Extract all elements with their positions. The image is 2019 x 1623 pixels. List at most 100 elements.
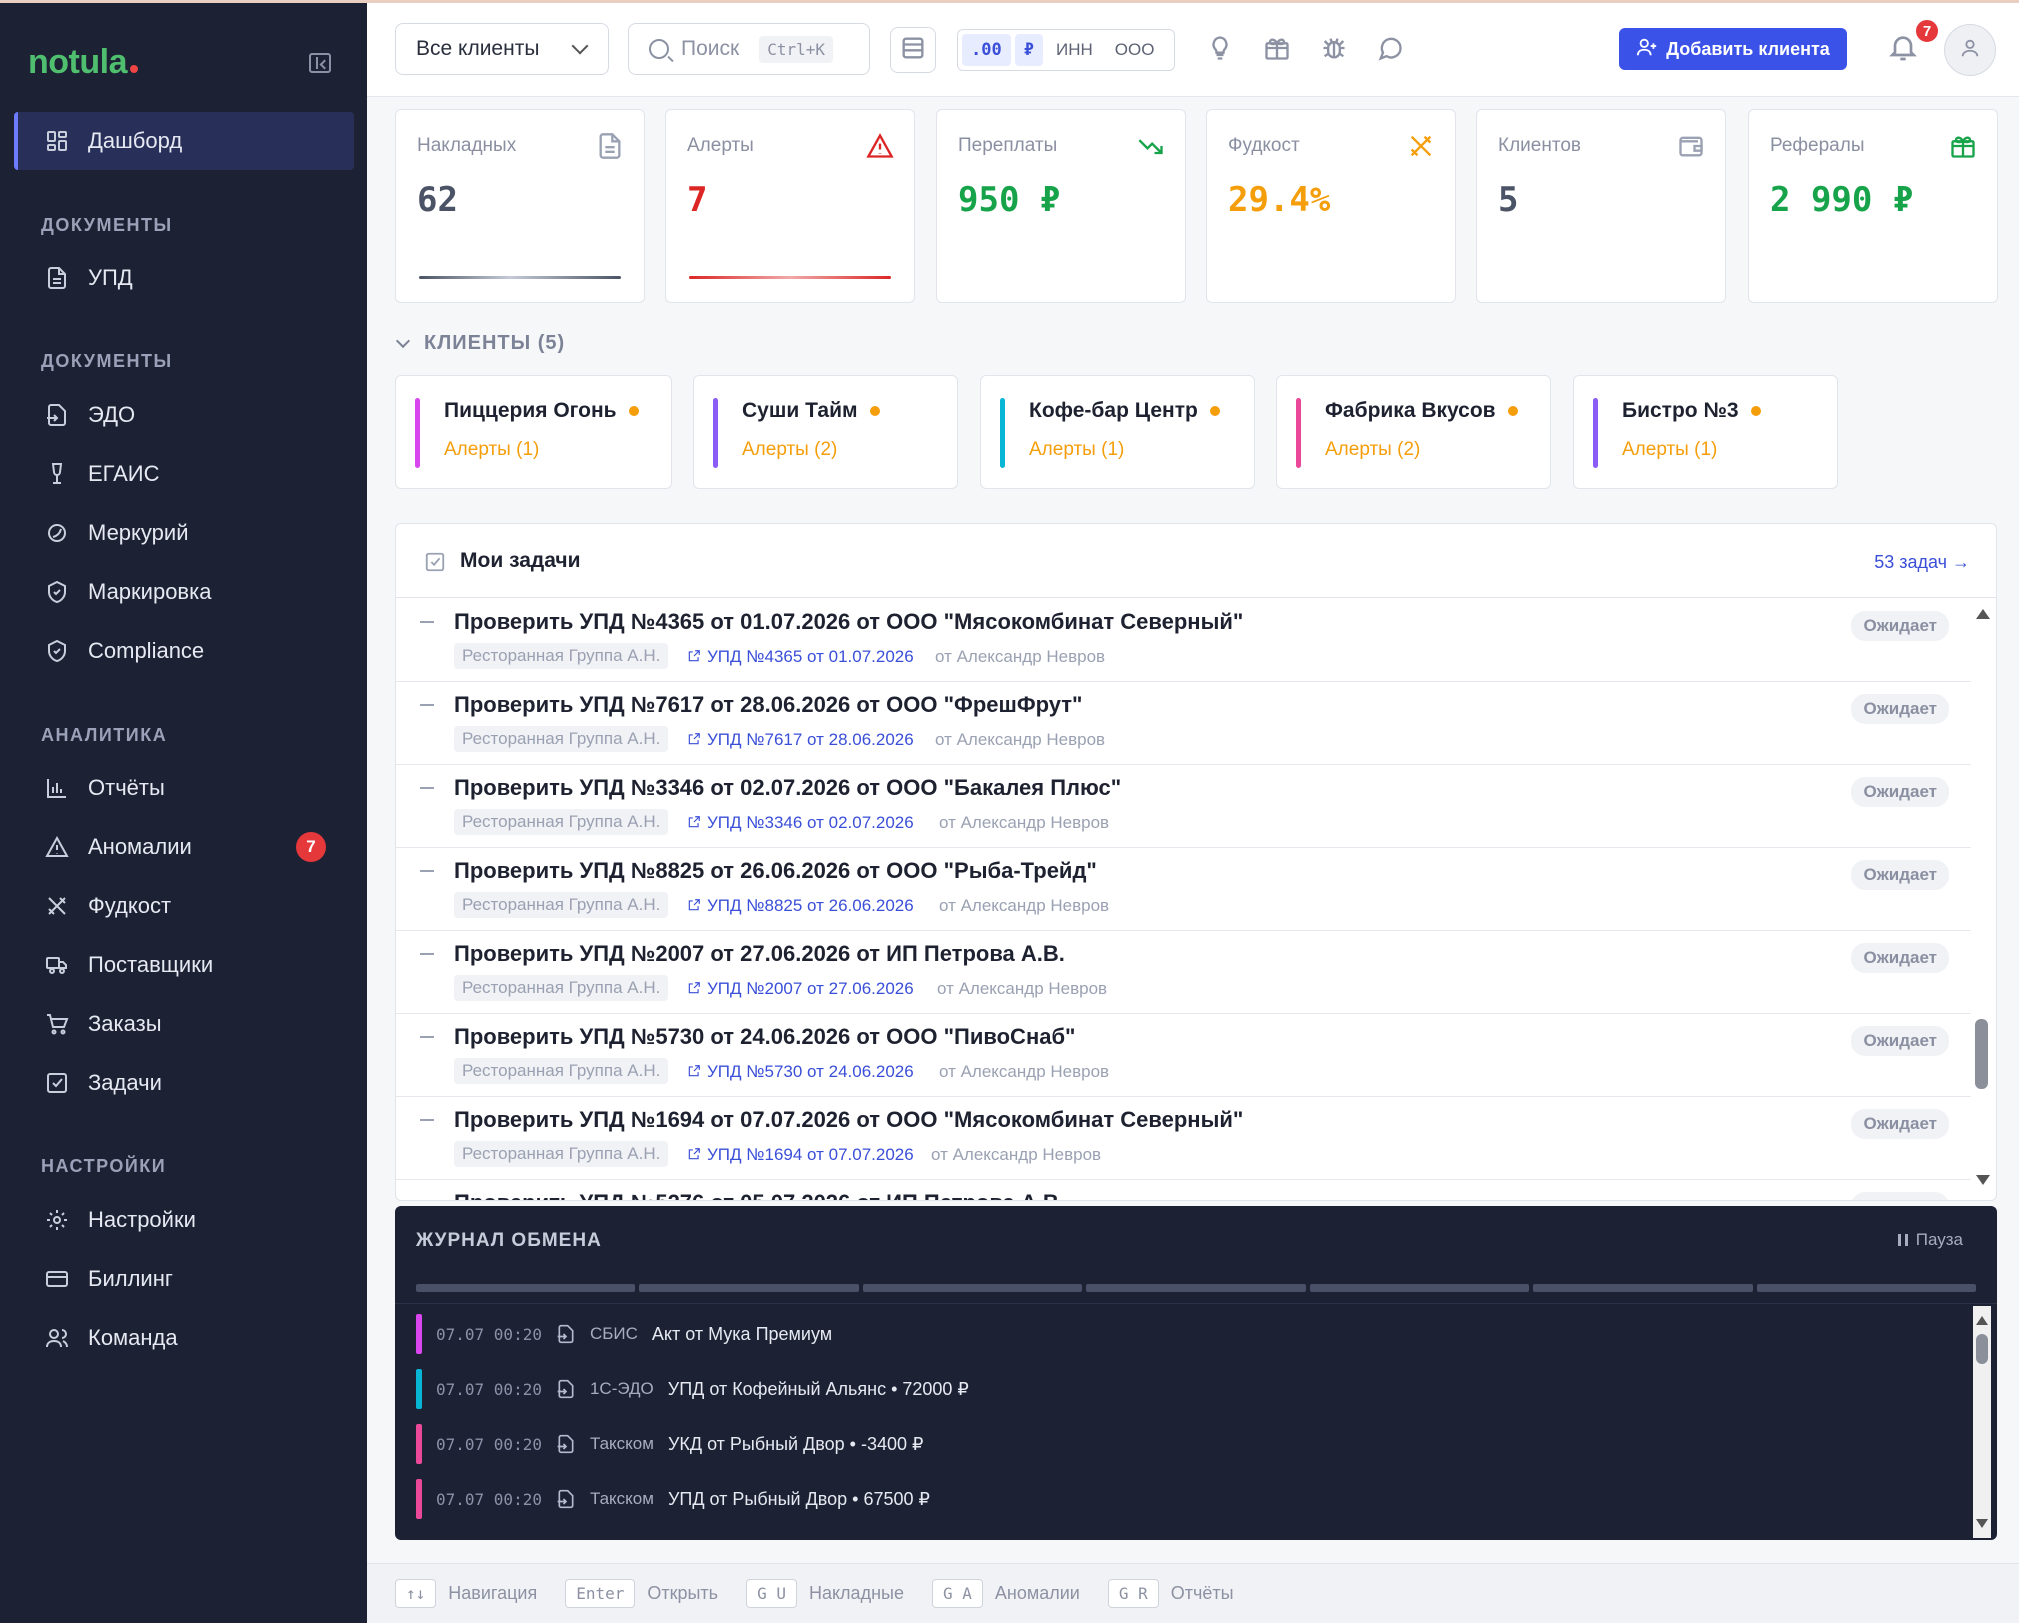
client-card[interactable]: Пиццерия Огонь Алерты (1)	[395, 375, 672, 489]
scroll-thumb[interactable]	[1975, 1019, 1988, 1089]
log-source: Такском	[589, 1489, 654, 1508]
format-decimals[interactable]: .00	[962, 34, 1011, 66]
sidebar-item-dashboard[interactable]: Дашборд	[14, 112, 354, 170]
clients-select[interactable]: Все клиенты	[395, 23, 609, 75]
log-row[interactable]: 07.07 00:20 Такском УКД от Рыбный Двор •…	[416, 1424, 1956, 1464]
section-analytics: АНАЛИТИКА	[41, 725, 168, 745]
log-row[interactable]: 07.07 00:20 Такском УПД от Рыбный Двор •…	[416, 1479, 1956, 1519]
log-time: 07.07 00:20	[436, 1324, 542, 1344]
stat-label: Фудкост	[1228, 135, 1300, 156]
sidebar-item-orders[interactable]: Заказы	[14, 995, 354, 1053]
bug-report-button[interactable]	[1311, 27, 1357, 73]
task-collapse-icon[interactable]	[420, 1119, 434, 1121]
scroll-down-icon[interactable]	[1976, 1175, 1990, 1185]
task-row[interactable]: Проверить УПД №5730 от 24.06.2026 от ООО…	[396, 1014, 1971, 1097]
app-logo[interactable]: notula	[28, 43, 138, 82]
journal-scrollbar[interactable]	[1971, 1306, 1993, 1538]
task-from: от Александр Невров	[939, 813, 1110, 832]
task-collapse-icon[interactable]	[420, 1036, 434, 1038]
journal-title: ЖУРНАЛ ОБМЕНА	[416, 1230, 602, 1251]
gift-icon	[1263, 34, 1291, 67]
sidebar-item-label: Аномалии	[88, 834, 192, 859]
task-row[interactable]: Проверить УПД №1694 от 07.07.2026 от ООО…	[396, 1097, 1971, 1180]
scroll-up-icon[interactable]	[1976, 1316, 1988, 1325]
task-from: от Александр Невров	[935, 647, 1106, 666]
client-card[interactable]: Суши Тайм Алерты (2)	[693, 375, 958, 489]
sidebar-item-label: ЕГАИС	[88, 461, 160, 486]
task-doc-link[interactable]: УПД №2007 от 27.06.2026	[687, 979, 914, 999]
client-card[interactable]: Бистро №3 Алерты (1)	[1573, 375, 1838, 489]
avatar[interactable]	[1944, 24, 1996, 76]
tasks-scrollbar[interactable]	[1970, 599, 1996, 1199]
all-tasks-link[interactable]: 53 задач →	[1874, 552, 1970, 573]
task-row[interactable]: Проверить УПД №3346 от 02.07.2026 от ООО…	[396, 765, 1971, 848]
sidebar-item-suppliers[interactable]: Поставщики	[14, 936, 354, 994]
grid-icon	[44, 128, 70, 154]
stat-card-referrals[interactable]: Рефералы 2 990 ₽	[1748, 109, 1998, 303]
stat-card-foodcost[interactable]: Фудкост 29.4%	[1206, 109, 1456, 303]
sidebar-collapse-icon[interactable]	[309, 53, 331, 73]
format-inn[interactable]: ИНН	[1047, 34, 1102, 66]
pause-label: Пауза	[1915, 1230, 1963, 1249]
task-row[interactable]: Проверить УПД №5276 от 05.07.2026 от ИП …	[396, 1180, 1971, 1200]
sidebar-item-edo[interactable]: ЭДО	[14, 386, 354, 444]
hint-key: G R	[1107, 1579, 1159, 1608]
client-card[interactable]: Фабрика Вкусов Алерты (2)	[1276, 375, 1551, 489]
sidebar-item-upd[interactable]: УПД	[14, 249, 354, 307]
sidebar-item-foodcost[interactable]: Фудкост	[14, 877, 354, 935]
search-input[interactable]: Поиск Ctrl+K	[628, 23, 870, 75]
stat-card-overpayments[interactable]: Переплаты 950 ₽	[936, 109, 1186, 303]
gift-button[interactable]	[1254, 27, 1300, 73]
task-row[interactable]: Проверить УПД №2007 от 27.06.2026 от ИП …	[396, 931, 1971, 1014]
task-doc-link[interactable]: УПД №4365 от 01.07.2026	[687, 647, 914, 667]
log-row[interactable]: 07.07 00:20 СБИС Акт от Мука Премиум	[416, 1314, 1956, 1354]
sidebar-item-compliance[interactable]: Compliance	[14, 622, 354, 680]
stat-card-alerts[interactable]: Алерты 7	[665, 109, 915, 303]
task-doc-link[interactable]: УПД №7617 от 28.06.2026	[687, 730, 914, 750]
ideas-button[interactable]	[1197, 27, 1243, 73]
task-collapse-icon[interactable]	[420, 621, 434, 623]
task-row[interactable]: Проверить УПД №4365 от 01.07.2026 от ООО…	[396, 599, 1971, 682]
sidebar-item-settings[interactable]: Настройки	[14, 1191, 354, 1249]
client-name: Бистро №3	[1622, 399, 1739, 422]
sidebar-item-label: Команда	[88, 1325, 178, 1350]
stat-value: 950 ₽	[958, 180, 1061, 220]
task-collapse-icon[interactable]	[420, 704, 434, 706]
stat-card-clients[interactable]: Клиентов 5	[1476, 109, 1726, 303]
external-link-icon	[688, 733, 700, 745]
format-currency[interactable]: ₽	[1014, 34, 1043, 66]
add-client-button[interactable]: Добавить клиента	[1619, 28, 1847, 70]
sidebar-item-team[interactable]: Команда	[14, 1309, 354, 1367]
scroll-up-icon[interactable]	[1976, 609, 1990, 619]
task-row[interactable]: Проверить УПД №7617 от 28.06.2026 от ООО…	[396, 682, 1971, 765]
sidebar-item-marking[interactable]: Маркировка	[14, 563, 354, 621]
sidebar-item-egais[interactable]: ЕГАИС	[14, 445, 354, 503]
chat-button[interactable]	[1367, 27, 1413, 73]
sidebar-item-anomalies[interactable]: Аномалии 7	[14, 818, 354, 876]
sidebar-item-billing[interactable]: Биллинг	[14, 1250, 354, 1308]
task-doc-link[interactable]: УПД №1694 от 07.07.2026	[687, 1145, 914, 1165]
client-card[interactable]: Кофе-бар Центр Алерты (1)	[980, 375, 1255, 489]
log-row[interactable]: 07.07 00:20 1С-ЭДО УПД от Кофейный Альян…	[416, 1369, 1956, 1409]
table-view-button[interactable]	[890, 27, 936, 73]
pause-button[interactable]: Пауза	[1897, 1230, 1963, 1250]
scroll-thumb[interactable]	[1976, 1334, 1988, 1364]
clients-section-toggle[interactable]: КЛИЕНТЫ (5)	[395, 332, 565, 355]
stat-value: 7	[687, 180, 708, 220]
task-doc-link[interactable]: УПД №3346 от 02.07.2026	[687, 813, 914, 833]
status-badge: Ожидает	[1851, 1109, 1949, 1139]
stat-card-invoices[interactable]: Накладных 62	[395, 109, 645, 303]
sidebar-item-mercury[interactable]: Меркурий	[14, 504, 354, 562]
log-text: Акт от Мука Премиум	[651, 1323, 833, 1344]
task-doc-link[interactable]: УПД №8825 от 26.06.2026	[687, 896, 914, 916]
task-collapse-icon[interactable]	[420, 787, 434, 789]
task-row[interactable]: Проверить УПД №8825 от 26.06.2026 от ООО…	[396, 848, 1971, 931]
task-collapse-icon[interactable]	[420, 870, 434, 872]
task-doc-label: УПД №4365 от 01.07.2026	[707, 647, 914, 666]
sidebar-item-tasks[interactable]: Задачи	[14, 1054, 354, 1112]
format-ooo[interactable]: ООО	[1106, 34, 1164, 66]
task-doc-link[interactable]: УПД №5730 от 24.06.2026	[687, 1062, 914, 1082]
task-collapse-icon[interactable]	[420, 953, 434, 955]
scroll-down-icon[interactable]	[1976, 1519, 1988, 1528]
sidebar-item-reports[interactable]: Отчёты	[14, 759, 354, 817]
